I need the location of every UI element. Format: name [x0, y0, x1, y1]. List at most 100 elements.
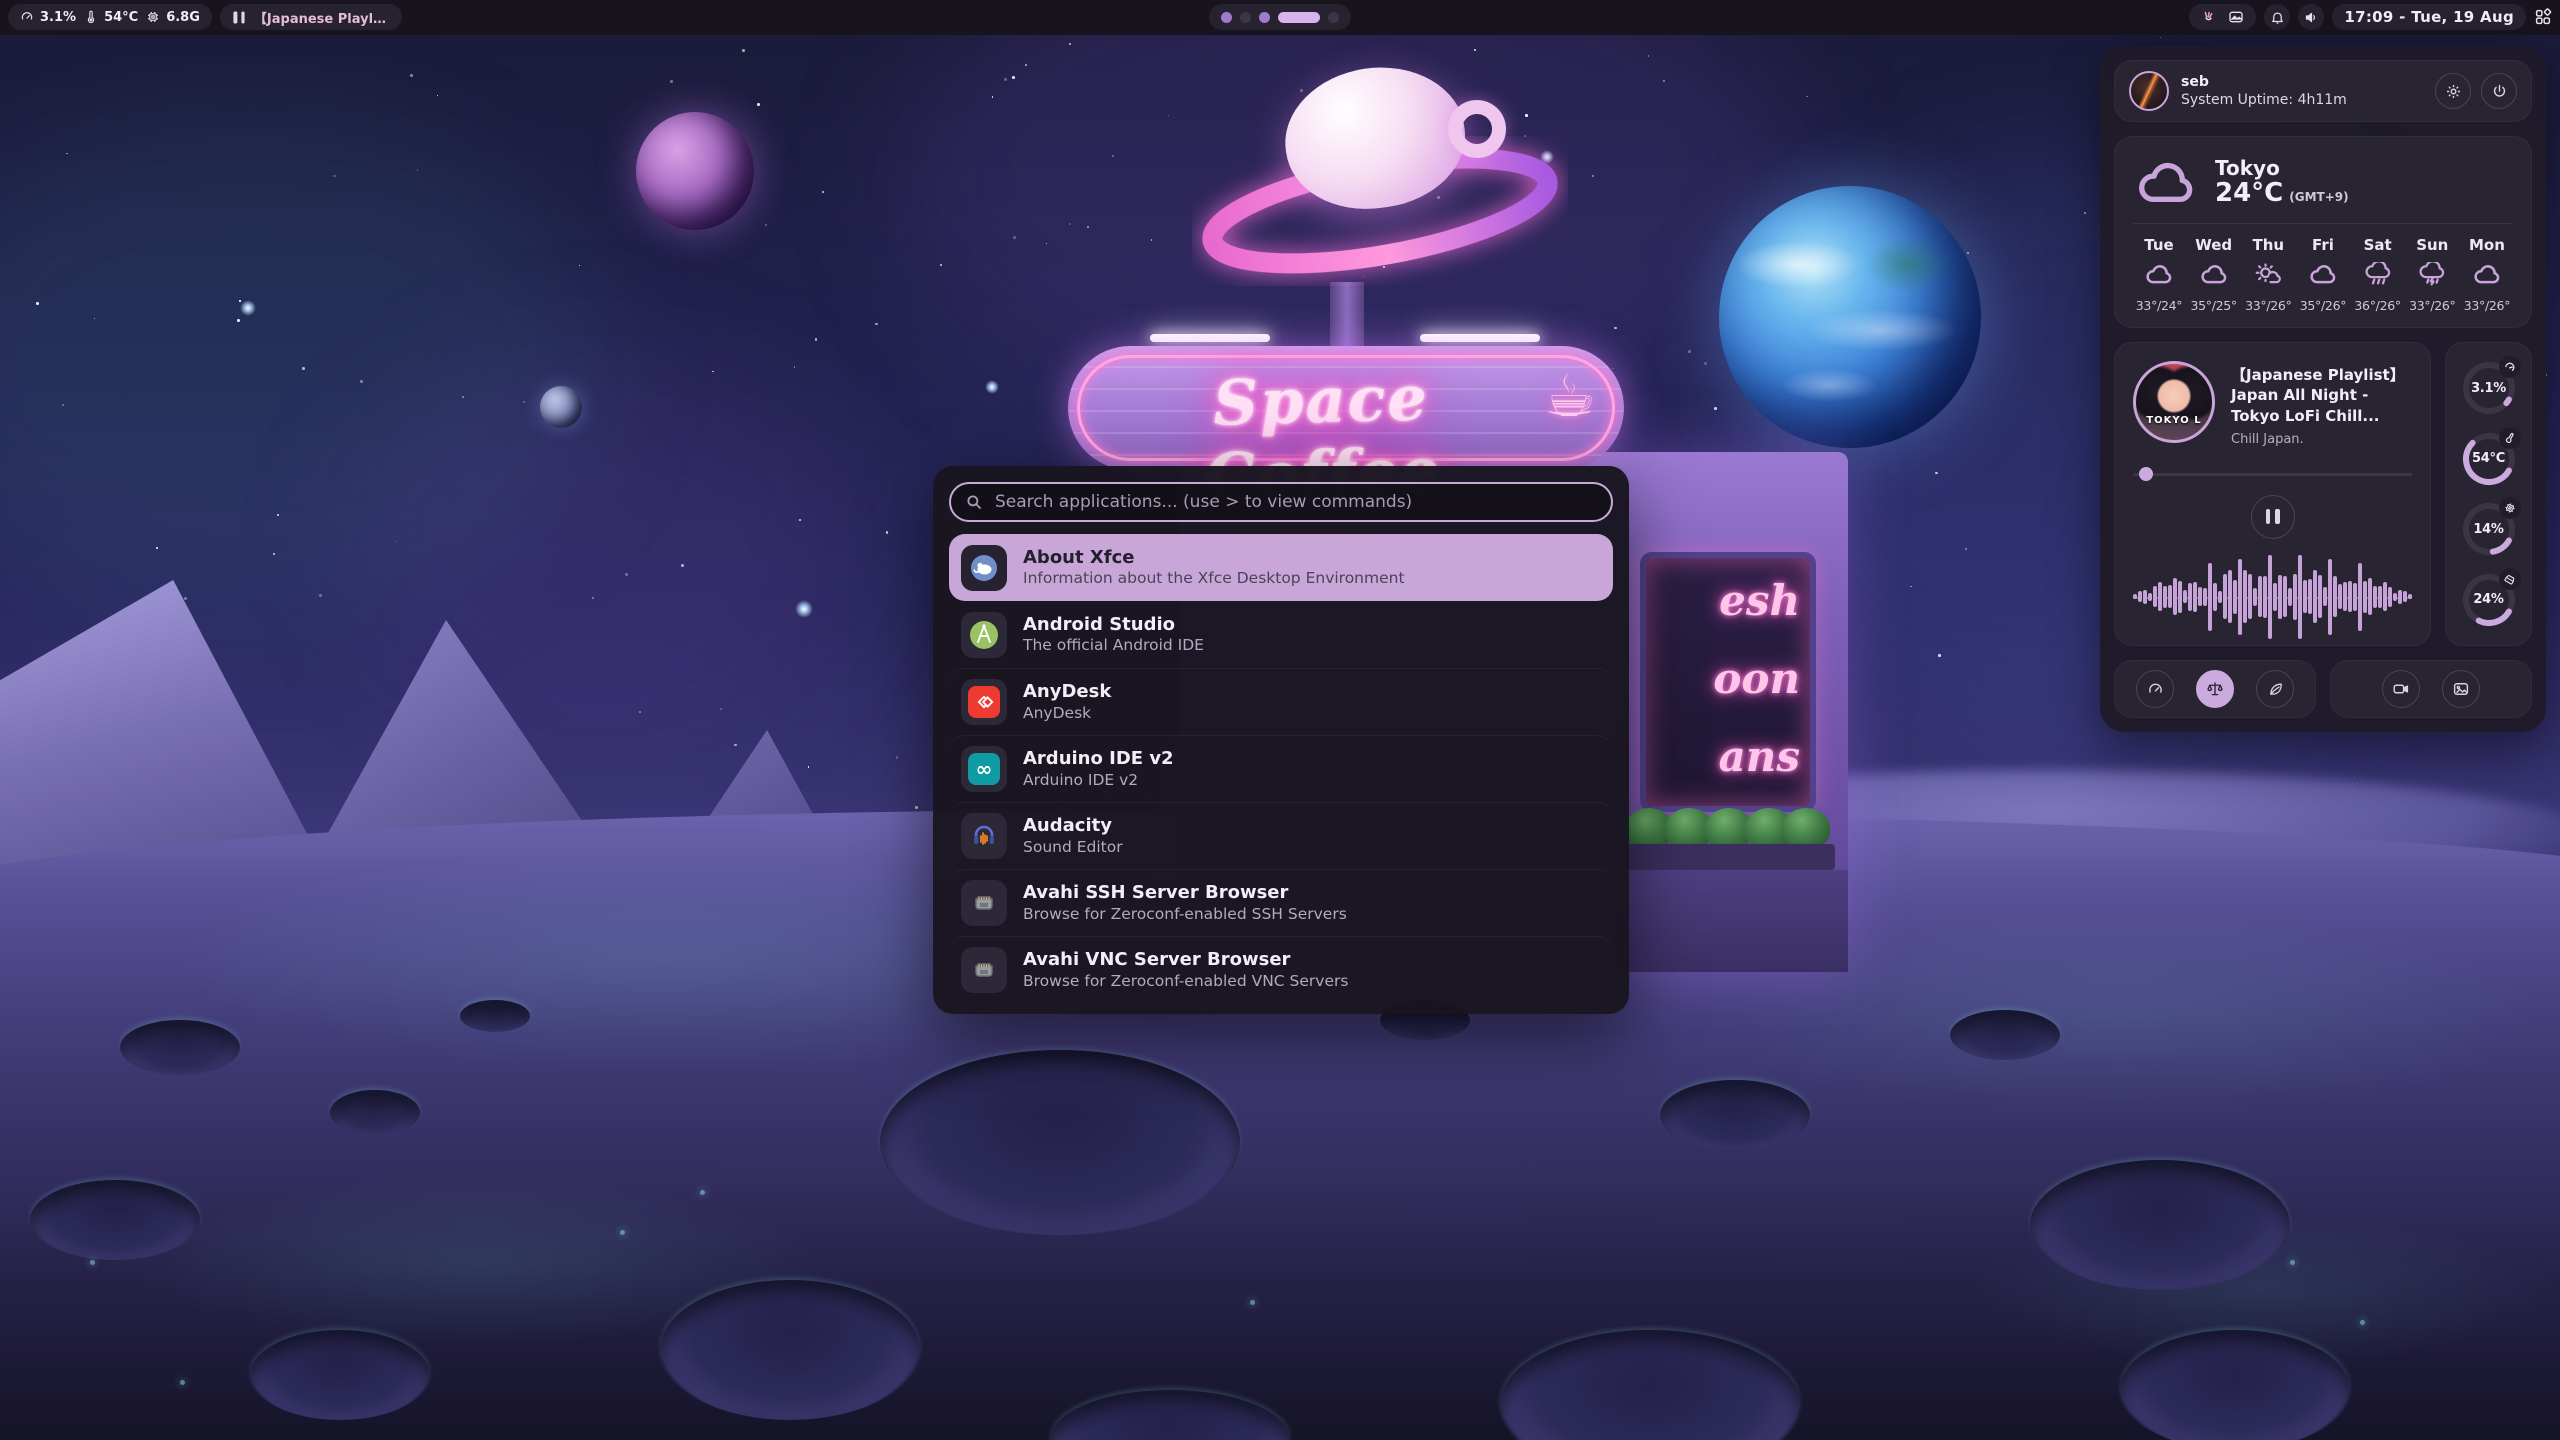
workspace-dot-3[interactable] [1259, 12, 1270, 23]
seek-slider[interactable] [2133, 467, 2412, 481]
speedometer-icon [2147, 681, 2164, 698]
weather-temp: 24°C [2215, 179, 2283, 208]
sun-cloud-icon [2242, 262, 2294, 292]
workspace-dot-2[interactable] [1240, 12, 1251, 23]
performance-mode-button[interactable] [2136, 670, 2174, 708]
workspace-indicator [1209, 4, 1351, 30]
app-item-about-xfce[interactable]: About Xfce Information about the Xfce De… [949, 534, 1613, 601]
thermometer-icon [2499, 427, 2521, 449]
balanced-mode-button[interactable] [2196, 670, 2234, 708]
network-port-icon [961, 880, 1007, 926]
image-icon [2452, 680, 2470, 698]
scales-icon [2206, 680, 2224, 698]
system-gauges-card: 3.1% 54°C 14% 24% [2445, 342, 2532, 646]
crater [660, 1280, 920, 1420]
capture-card [2330, 660, 2532, 718]
audio-waveform [2133, 551, 2412, 643]
xfce-mouse-icon [961, 545, 1007, 591]
speaker-icon [2304, 10, 2319, 25]
screen-record-button[interactable] [2382, 670, 2420, 708]
memory-gauge: 14% [2461, 501, 2517, 557]
storm-cloud-icon [2406, 262, 2458, 292]
workspace-dot-5[interactable] [1328, 12, 1339, 23]
search-icon [965, 493, 983, 511]
forecast-day: Fri 35°/26° [2297, 236, 2349, 313]
weather-city: Tokyo [2215, 157, 2349, 179]
audacity-icon [961, 813, 1007, 859]
temperature-gauge: 54°C [2461, 431, 2517, 487]
app-item-audacity[interactable]: Audacity Sound Editor [949, 802, 1613, 869]
weather-forecast: Tue 33°/24° Wed 35°/25° Thu 33°/26° Fri … [2133, 236, 2513, 313]
gear-icon [2445, 83, 2462, 100]
weather-card: Tokyo 24°C (GMT+9) Tue 33°/24° Wed 35°/2… [2114, 136, 2532, 328]
volume-button[interactable] [2298, 4, 2324, 30]
track-title: 【Japanese Playlist】 Japan All Night - To… [2231, 365, 2412, 426]
floating-saturn-cup [1180, 40, 1580, 320]
window-neon-text: ans [1719, 732, 1800, 781]
search-input[interactable] [949, 482, 1613, 522]
cpu-stat: 3.1% [20, 10, 76, 25]
cloud-icon [2133, 158, 2199, 206]
tray-image-icon[interactable] [2228, 9, 2244, 25]
track-artist: Chill Japan. [2231, 432, 2412, 447]
tray-app-icon[interactable] [2201, 10, 2216, 25]
workspace-dot-4[interactable] [1278, 12, 1320, 23]
systray-pill [2189, 4, 2256, 30]
cloud-icon [2461, 262, 2513, 292]
app-item-arduino[interactable]: ∞ Arduino IDE v2 Arduino IDE v2 [949, 735, 1613, 802]
power-button[interactable] [2481, 73, 2517, 109]
roof-light [1150, 334, 1270, 342]
roof-light [1420, 334, 1540, 342]
crater [120, 1020, 240, 1075]
app-item-avahi-vnc[interactable]: Avahi VNC Server Browser Browse for Zero… [949, 936, 1613, 1003]
settings-button[interactable] [2435, 73, 2471, 109]
system-stats-pill[interactable]: 3.1% 54°C 6.8G [8, 4, 212, 30]
avatar[interactable] [2129, 71, 2169, 111]
app-item-avahi-ssh[interactable]: Avahi SSH Server Browser Browse for Zero… [949, 869, 1613, 936]
user-card: seb System Uptime: 4h11m [2114, 60, 2532, 122]
rain-cloud-icon [2352, 262, 2404, 292]
notifications-button[interactable] [2264, 4, 2290, 30]
now-playing-label: 【Japanese Playlist】 J... [254, 8, 390, 27]
temp-stat: 54°C [84, 10, 138, 25]
leaf-icon [2267, 681, 2284, 698]
dashboard-icon[interactable] [2534, 8, 2552, 26]
crater [30, 1180, 200, 1260]
disk-icon [2499, 568, 2521, 590]
forecast-day: Sun 33°/26° [2406, 236, 2458, 313]
thermometer-icon [84, 10, 98, 24]
cpu-gauge: 3.1% [2461, 360, 2517, 416]
pause-icon [2266, 509, 2280, 524]
crater [330, 1090, 420, 1135]
slider-knob[interactable] [2139, 467, 2153, 481]
forecast-day: Mon 33°/26° [2461, 236, 2513, 313]
app-item-android-studio[interactable]: Android Studio The official Android IDE [949, 601, 1613, 668]
power-mode-card [2114, 660, 2316, 718]
weather-timezone: (GMT+9) [2289, 190, 2348, 204]
cloud-icon [2133, 262, 2185, 292]
memory-stat: 6.8G [146, 10, 200, 25]
clock[interactable]: 17:09 - Tue, 19 Aug [2332, 4, 2526, 30]
forecast-day: Sat 36°/26° [2352, 236, 2404, 313]
space-coffee-neon-sign: Space Coffee ☕ [1068, 346, 1624, 470]
small-moon [540, 386, 582, 428]
coffee-cup-icon: ☕ [1544, 362, 1596, 430]
album-art: TOKYO L [2133, 361, 2215, 443]
chip-icon [2499, 497, 2521, 519]
now-playing-pill[interactable]: 【Japanese Playlist】 J... [220, 4, 402, 30]
workspace-dot-1[interactable] [1221, 12, 1232, 23]
speedometer-icon [2499, 356, 2521, 378]
disk-gauge: 24% [2461, 572, 2517, 628]
window-neon-text: oon [1713, 654, 1800, 703]
earth-planet [1719, 186, 1981, 448]
screenshot-button[interactable] [2442, 670, 2480, 708]
top-panel: 3.1% 54°C 6.8G 【Japanese Playlist】 J... … [0, 0, 2560, 35]
powersave-mode-button[interactable] [2256, 670, 2294, 708]
crater [2030, 1160, 2290, 1290]
android-studio-icon [961, 612, 1007, 658]
user-name: seb [2181, 74, 2347, 90]
app-launcher: About Xfce Information about the Xfce De… [933, 466, 1629, 1014]
anydesk-icon [961, 679, 1007, 725]
app-item-anydesk[interactable]: AnyDesk AnyDesk [949, 668, 1613, 735]
play-pause-button[interactable] [2251, 495, 2295, 539]
